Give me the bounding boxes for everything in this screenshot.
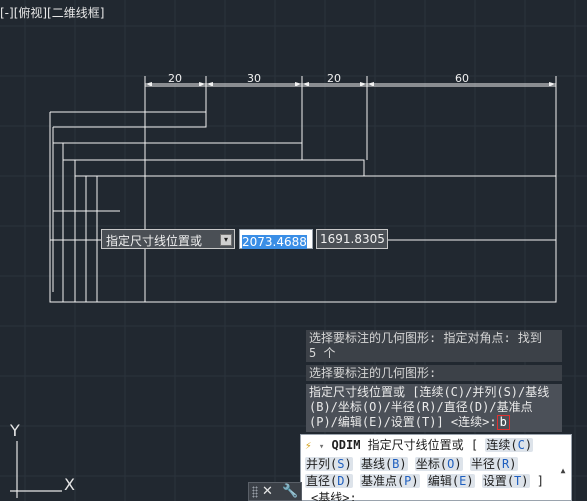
ucs-y-label: Y xyxy=(10,421,20,440)
ucs-icon xyxy=(10,441,62,498)
drawing-canvas[interactable]: [-][俯视][二维线框] 20 30 20 60 指定尺寸线位置或 ▾ 207… xyxy=(0,0,587,501)
ucs-x-label: X xyxy=(64,475,75,494)
